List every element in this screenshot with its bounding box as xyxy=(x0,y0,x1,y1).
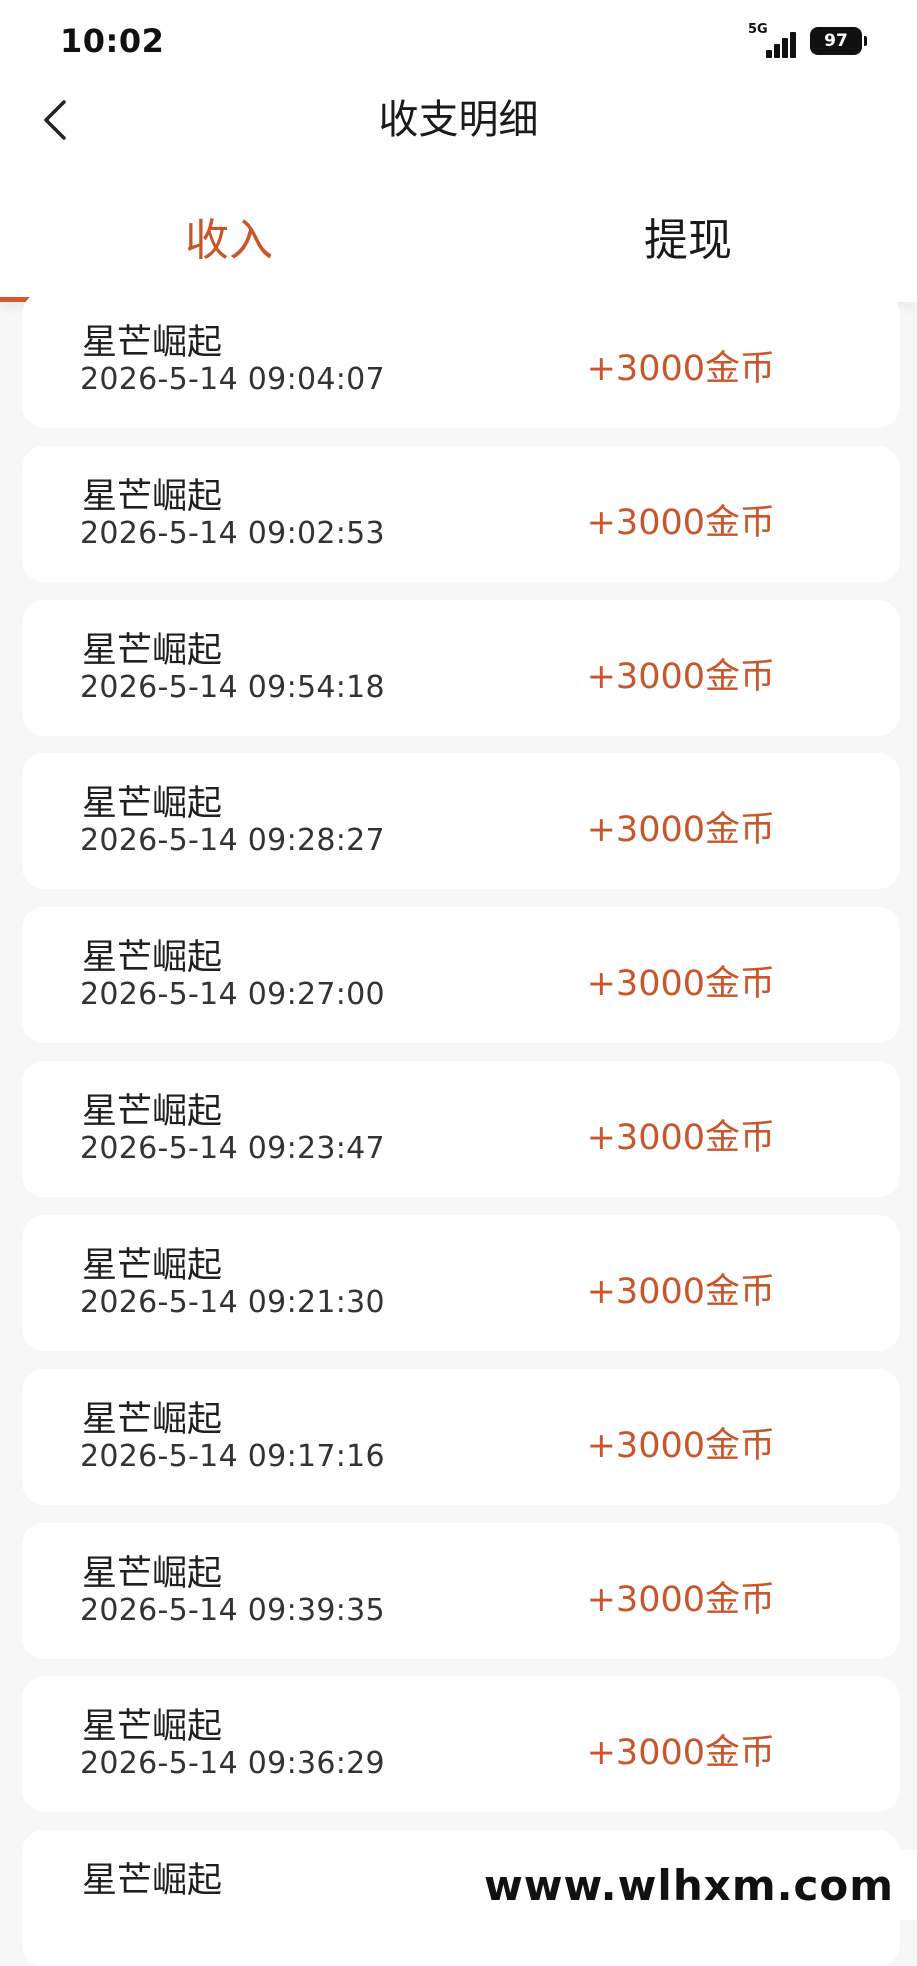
status-icons: 5G 97 xyxy=(748,22,867,58)
battery-icon: 97 xyxy=(810,27,867,55)
record-title: 星芒崛起 xyxy=(82,1861,223,1901)
record-time: 2026-5-14 09:02:53 xyxy=(80,516,385,551)
record-time: 2026-5-14 09:27:00 xyxy=(80,977,385,1012)
record-amount: +3000金币 xyxy=(586,810,775,850)
list-item[interactable]: 星芒崛起 2026-5-14 09:02:53 +3000金币 xyxy=(22,446,900,582)
record-title: 星芒崛起 xyxy=(82,323,223,363)
cellular-signal-icon: 5G xyxy=(748,22,796,58)
record-amount: +3000金币 xyxy=(586,503,775,543)
status-bar: 10:02 5G 97 xyxy=(0,0,917,80)
list-item[interactable]: 星芒崛起 2026-5-14 09:39:35 +3000金币 xyxy=(22,1523,900,1659)
tab-withdraw[interactable]: 提现 xyxy=(459,170,917,302)
record-amount: +3000金币 xyxy=(586,1272,775,1312)
list-item[interactable]: 星芒崛起 2026-5-14 09:23:47 +3000金币 xyxy=(22,1061,900,1197)
list-item[interactable]: 星芒崛起 2026-5-14 09:21:30 +3000金币 xyxy=(22,1215,900,1351)
record-time: 2026-5-14 09:36:29 xyxy=(80,1746,385,1781)
record-title: 星芒崛起 xyxy=(82,1400,223,1440)
site-watermark: www.wlhxm.com xyxy=(461,1850,917,1920)
list-item[interactable]: 星芒崛起 2026-5-14 09:04:07 +3000金币 xyxy=(22,292,900,428)
record-amount: +3000金币 xyxy=(586,657,775,697)
record-title: 星芒崛起 xyxy=(82,1246,223,1286)
record-title: 星芒崛起 xyxy=(82,784,223,824)
tab-bar: 收入 提现 xyxy=(0,170,917,302)
tab-income-label: 收入 xyxy=(185,215,273,266)
page-title: 收支明细 xyxy=(378,97,539,143)
record-time: 2026-5-14 09:17:16 xyxy=(80,1439,385,1474)
status-time: 10:02 xyxy=(60,22,165,60)
record-time: 2026-5-14 09:21:30 xyxy=(80,1285,385,1320)
record-time: 2026-5-14 09:23:47 xyxy=(80,1131,385,1166)
network-type: 5G xyxy=(748,22,768,37)
record-title: 星芒崛起 xyxy=(82,631,223,671)
list-item[interactable]: 星芒崛起 2026-5-14 09:27:00 +3000金币 xyxy=(22,907,900,1043)
record-amount: +3000金币 xyxy=(586,1580,775,1620)
list-item[interactable]: 星芒崛起 2026-5-14 09:28:27 +3000金币 xyxy=(22,753,900,889)
list-item[interactable]: 星芒崛起 2026-5-14 09:36:29 +3000金币 xyxy=(22,1676,900,1812)
record-time: 2026-5-14 09:04:07 xyxy=(80,362,385,397)
tab-income[interactable]: 收入 xyxy=(0,170,458,302)
record-amount: +3000金币 xyxy=(586,1426,775,1466)
record-time: 2026-5-14 09:54:18 xyxy=(80,670,385,705)
list-item[interactable]: 星芒崛起 2026-5-14 09:17:16 +3000金币 xyxy=(22,1369,900,1505)
battery-level: 97 xyxy=(824,31,848,51)
record-title: 星芒崛起 xyxy=(82,1707,223,1747)
record-amount: +3000金币 xyxy=(586,964,775,1004)
record-amount: +3000金币 xyxy=(586,1118,775,1158)
record-title: 星芒崛起 xyxy=(82,1554,223,1594)
record-amount: +3000金币 xyxy=(586,349,775,389)
record-title: 星芒崛起 xyxy=(82,938,223,978)
record-title: 星芒崛起 xyxy=(82,477,223,517)
record-time: 2026-5-14 09:39:35 xyxy=(80,1593,385,1628)
record-amount: +3000金币 xyxy=(586,1733,775,1773)
tab-withdraw-label: 提现 xyxy=(644,215,732,266)
record-time: 2026-5-14 09:28:27 xyxy=(80,823,385,858)
nav-bar: 收支明细 收入 提现 xyxy=(0,80,917,302)
record-title: 星芒崛起 xyxy=(82,1092,223,1132)
list-item[interactable]: 星芒崛起 2026-5-14 09:54:18 +3000金币 xyxy=(22,600,900,736)
